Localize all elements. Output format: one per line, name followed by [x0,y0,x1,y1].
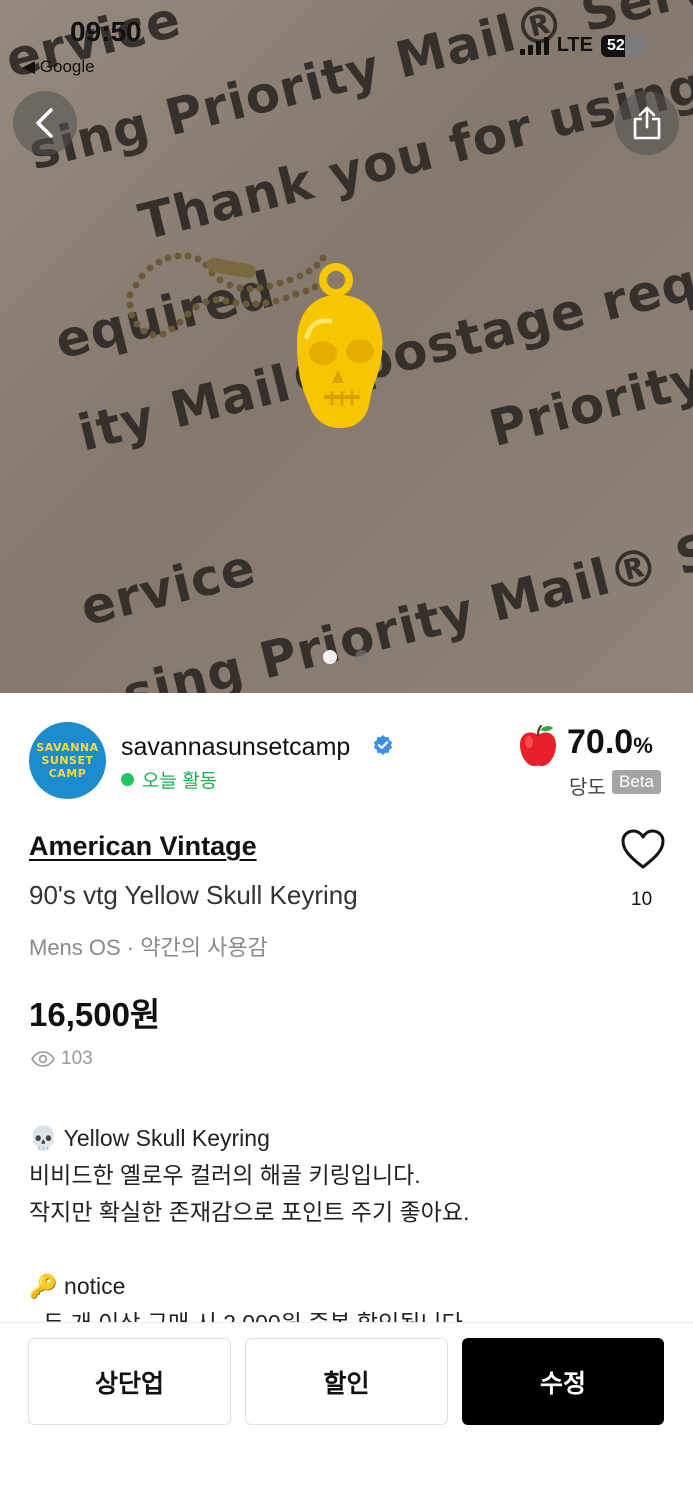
activity-text: 오늘 활동 [142,771,218,792]
sweetness-rating: 70.0% [567,723,653,762]
status-indicators: LTE 52 [519,34,645,57]
carousel-dot-active[interactable] [323,650,337,664]
status-time: 09:50 [70,16,142,47]
online-dot-icon [121,773,134,786]
description-line: 작지만 확실한 존재감으로 포인트 주기 좋아요. [29,1199,470,1225]
product-title: 90's vtg Yellow Skull Keyring [29,880,358,910]
eye-icon [31,1051,55,1067]
product-photo[interactable]: ervice sing Priority Mail® Service Thank… [0,0,693,693]
back-to-app-link[interactable]: ◀ Google [22,57,95,77]
stamp-line: ervice [74,537,262,638]
rating-label: 당도 [569,777,606,799]
verified-badge-icon [373,734,393,756]
network-label: LTE [556,34,593,56]
description-line: 🔑 notice [29,1273,126,1299]
rating-value: 70.0 [567,723,634,761]
carousel-dot[interactable] [355,650,369,664]
product-price: 16,500원 [29,996,161,1033]
description-line [29,1231,669,1268]
view-count-number: 103 [61,1048,93,1069]
carousel-indicator [323,650,369,664]
rating-unit: % [633,733,653,758]
discount-button[interactable]: 할인 [245,1338,448,1425]
chevron-left-icon [36,108,53,138]
product-meta: Mens OS · 약간의 사용감 [29,935,268,960]
description-line: 💀 Yellow Skull Keyring [29,1125,270,1151]
activity-status: 오늘 활동 [121,766,217,793]
back-button[interactable] [13,91,77,155]
description-viewport: 💀 Yellow Skull Keyring 비비드한 옐로우 컬러의 해골 키… [0,1120,693,1323]
bump-button[interactable]: 상단업 [28,1338,231,1425]
share-icon [633,106,661,140]
edit-button[interactable]: 수정 [462,1338,664,1425]
heart-icon[interactable] [620,828,666,870]
like-count: 10 [631,889,653,910]
avatar-text: CAMP [48,767,87,780]
skull-keyring-image [126,252,383,429]
signal-icon [519,36,549,55]
seller-avatar[interactable]: SAVANNA SUNSET CAMP [29,722,106,799]
bottom-action-bar: 상단업 할인 수정 [0,1322,693,1500]
brand-link[interactable]: American Vintage [29,831,257,862]
apple-icon [520,724,556,767]
product-description: 💀 Yellow Skull Keyring 비비드한 옐로우 컬러의 해골 키… [29,1120,669,1323]
description-line: - 두 개 이상 구매 시 2,000원 중복 할인됩니다 [29,1310,463,1323]
avatar-text: SAVANNA [36,741,99,754]
battery-icon: 52 [601,34,645,57]
view-count: 103 [31,1048,93,1070]
beta-badge: Beta [612,770,661,794]
status-bar: 09:50 ◀ Google LTE 52 [0,0,693,90]
avatar-text: SUNSET [41,754,94,767]
seller-row[interactable]: SAVANNA SUNSET CAMP savannasunsetcamp 오늘… [0,693,693,813]
share-button[interactable] [615,91,679,155]
description-line: 비비드한 옐로우 컬러의 해골 키링입니다. [29,1162,421,1188]
seller-name[interactable]: savannasunsetcamp [121,733,350,762]
